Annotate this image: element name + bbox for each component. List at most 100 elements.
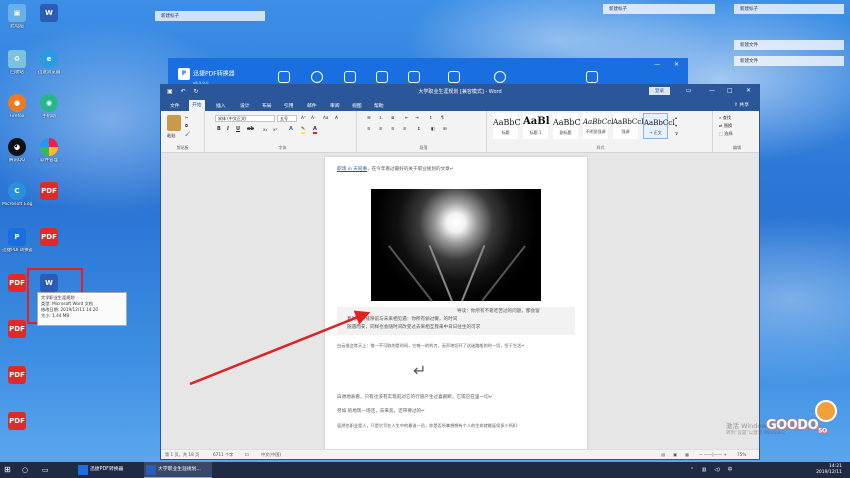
desktop-folder-label[interactable]: 新建文件 xyxy=(734,56,844,66)
up-arrow-icon[interactable]: ⌃ xyxy=(690,467,694,473)
desktop-icon-app-manager[interactable]: 软件管理 xyxy=(34,138,64,163)
style-subtle-emphasis[interactable]: AaBbCcI 不明显强调 xyxy=(583,113,614,139)
style-subtitle[interactable]: AaBbC 副标题 xyxy=(553,113,581,139)
bullets-icon[interactable]: ☰ xyxy=(367,115,371,120)
ribbon-display-icon[interactable]: ▭ xyxy=(686,87,692,94)
paragraph[interactable]: 白驹地表看，只有也没有实现前对它的行道产生过喜剧断，它或已在里一切↵ xyxy=(337,395,492,401)
align-right-icon[interactable]: ≡ xyxy=(391,126,395,131)
minimize-icon[interactable]: — xyxy=(654,61,660,68)
line-spacing-icon[interactable]: ↨ xyxy=(417,126,421,131)
user-avatar-icon[interactable] xyxy=(586,71,598,83)
shrink-font-icon[interactable]: A⁻ xyxy=(311,115,316,120)
desktop-icon-word-doc[interactable]: W xyxy=(34,4,64,24)
decrease-indent-icon[interactable]: ⇤ xyxy=(405,115,409,120)
taskbar-item-word[interactable]: 大学职业生涯规划... xyxy=(144,462,212,478)
show-marks-icon[interactable]: ¶ xyxy=(441,115,444,120)
text-effects-icon[interactable]: A xyxy=(289,126,293,132)
tab-references[interactable]: 引用 xyxy=(281,101,297,110)
camera-tool-icon[interactable] xyxy=(494,71,506,83)
select-button[interactable]: ⬚ 选择 xyxy=(719,131,733,137)
share-button[interactable]: ⇪ 共享 xyxy=(734,101,749,108)
desktop-icon-recycle-bin[interactable]: ♻ 回收站 xyxy=(2,50,32,75)
video-tool-icon[interactable] xyxy=(344,71,356,83)
style-heading1[interactable]: AaBl 标题 1 xyxy=(523,113,550,139)
desktop-icon-firefox[interactable]: ● Firefox xyxy=(2,94,32,119)
desktop-folder-label[interactable]: 新建文件 xyxy=(734,40,844,50)
zoom-slider[interactable]: − ——|—— + xyxy=(699,452,727,457)
increase-indent-icon[interactable]: ⇥ xyxy=(415,115,419,120)
format-painter-icon[interactable]: 🖌 xyxy=(185,131,190,137)
document-page[interactable]: 职场 in 天同事，在今年看过最好的关于职业规划的文章↵ 导读：你所有不靠吃苦过… xyxy=(325,157,587,457)
desktop-icon-pdf-converter[interactable]: P 迅捷PDF转换器 xyxy=(2,228,32,253)
start-button[interactable]: ⊞ xyxy=(2,462,16,478)
bold-icon[interactable]: B xyxy=(217,126,221,132)
paste-button[interactable]: 粘贴 xyxy=(167,133,175,139)
styles-scroll-up-icon[interactable]: ▴ xyxy=(675,115,677,120)
tab-home[interactable]: 开始 xyxy=(189,100,205,111)
numbering-icon[interactable]: ⒈ xyxy=(379,115,383,121)
tab-insert[interactable]: 插入 xyxy=(213,101,229,110)
network-icon[interactable]: ▥ xyxy=(702,467,707,473)
download-tool-icon[interactable] xyxy=(408,71,420,83)
tab-layout[interactable]: 布局 xyxy=(259,101,275,110)
font-size-select[interactable]: 五号 xyxy=(277,115,297,122)
italic-icon[interactable]: I xyxy=(227,126,229,132)
desktop-folder-label[interactable]: 新建标子 xyxy=(603,4,715,14)
tab-file[interactable]: 文件 xyxy=(167,101,183,110)
replace-button[interactable]: ⇄ 替换 xyxy=(719,123,732,129)
styles-more-icon[interactable]: ⊽ xyxy=(675,131,678,136)
desktop-icon-pdf-5[interactable]: PDF xyxy=(2,366,32,386)
underline-icon[interactable]: U xyxy=(236,126,240,132)
tab-help[interactable]: 帮助 xyxy=(371,101,387,110)
desktop-icon-qq[interactable]: ◕ 腾讯QQ xyxy=(2,138,32,163)
maximize-icon[interactable]: □ xyxy=(727,87,733,94)
print-layout-icon[interactable]: ▣ xyxy=(673,452,677,457)
shading-icon[interactable]: ◧ xyxy=(431,126,435,131)
tab-review[interactable]: 审阅 xyxy=(327,101,343,110)
read-mode-icon[interactable]: ▤ xyxy=(661,452,665,457)
subscript-icon[interactable]: x₂ xyxy=(263,127,267,132)
borders-icon[interactable]: ⊞ xyxy=(443,126,447,131)
highlight-color-icon[interactable]: ✎ xyxy=(301,126,306,134)
clear-format-icon[interactable]: A̸ xyxy=(335,115,338,120)
image-tool-icon[interactable] xyxy=(448,71,460,83)
sort-icon[interactable]: ↕ xyxy=(429,115,433,120)
paragraph[interactable]: 另如 的地现一场还，去来恶，还带要过的↵ xyxy=(337,409,425,415)
page-count[interactable]: 第 1 页，共 18 页 xyxy=(165,452,199,458)
styles-scroll-down-icon[interactable]: ▾ xyxy=(675,123,677,128)
system-tray[interactable]: ⌃ ▥ ◁) 中 xyxy=(690,466,733,473)
document-canvas[interactable]: 职场 in 天同事，在今年看过最好的关于职业规划的文章↵ 导读：你所有不靠吃苦过… xyxy=(161,153,759,457)
paste-icon[interactable] xyxy=(167,115,181,131)
tunnel-railway-photo[interactable] xyxy=(371,189,541,302)
document-line[interactable]: 职场 in 天同事，在今年看过最好的关于职业规划的文章↵ xyxy=(337,167,454,173)
desktop-folder-label[interactable]: 新建标子 xyxy=(734,4,844,14)
compress-tool-icon[interactable] xyxy=(311,71,323,83)
change-case-icon[interactable]: Aa xyxy=(323,115,328,120)
minimize-icon[interactable]: — xyxy=(709,87,715,94)
language-indicator[interactable]: 中文(中国) xyxy=(261,452,281,458)
close-icon[interactable]: ✕ xyxy=(746,87,751,94)
word-window[interactable]: ▣ ↶ ↻ 大学职业生涯规划 [兼容模式] - Word 登录 ▭ — □ ✕ … xyxy=(160,84,760,460)
close-icon[interactable]: ✕ xyxy=(674,61,679,68)
system-clock[interactable]: 14:21 2019/12/11 xyxy=(816,464,842,476)
style-title[interactable]: AaBbC 标题 xyxy=(493,113,521,139)
desktop-icon-pdf-2[interactable]: PDF xyxy=(34,228,64,248)
align-center-icon[interactable]: ≡ xyxy=(379,126,383,131)
font-color-icon[interactable]: A xyxy=(313,126,317,134)
desktop-folder-label[interactable]: 新建标子 xyxy=(155,11,265,21)
strikethrough-icon[interactable]: ab xyxy=(247,126,254,132)
cut-icon[interactable]: ✂ xyxy=(185,115,189,120)
superscript-icon[interactable]: x² xyxy=(273,127,277,132)
justify-icon[interactable]: ≡ xyxy=(403,126,407,131)
paragraph[interactable]: 白云很会常天上：惟一不可取的是时间，它唯一的利刃，无声地切开了这迷路般的时一切，… xyxy=(337,343,525,349)
find-button[interactable]: ⌕ 查找 xyxy=(719,115,731,121)
desktop-icon-browser[interactable]: e 迅速浏览器 xyxy=(34,50,64,75)
paragraph[interactable]: 虽然也职业是人，只是它写在人生中的最谁一员，你是否所拿想想有个人的生命就能延续多… xyxy=(337,423,517,429)
desktop-icon-this-pc[interactable]: ▣ 此电脑 xyxy=(2,4,32,29)
convert-tool-icon[interactable] xyxy=(278,71,290,83)
search-button[interactable]: ○ xyxy=(20,462,34,478)
desktop-icon-pdf-1[interactable]: PDF xyxy=(34,182,64,202)
word-count[interactable]: 6711 个字 xyxy=(213,452,233,458)
proofing-icon[interactable]: ⊡ xyxy=(245,452,249,457)
task-view-button[interactable]: ▭ xyxy=(40,462,54,478)
